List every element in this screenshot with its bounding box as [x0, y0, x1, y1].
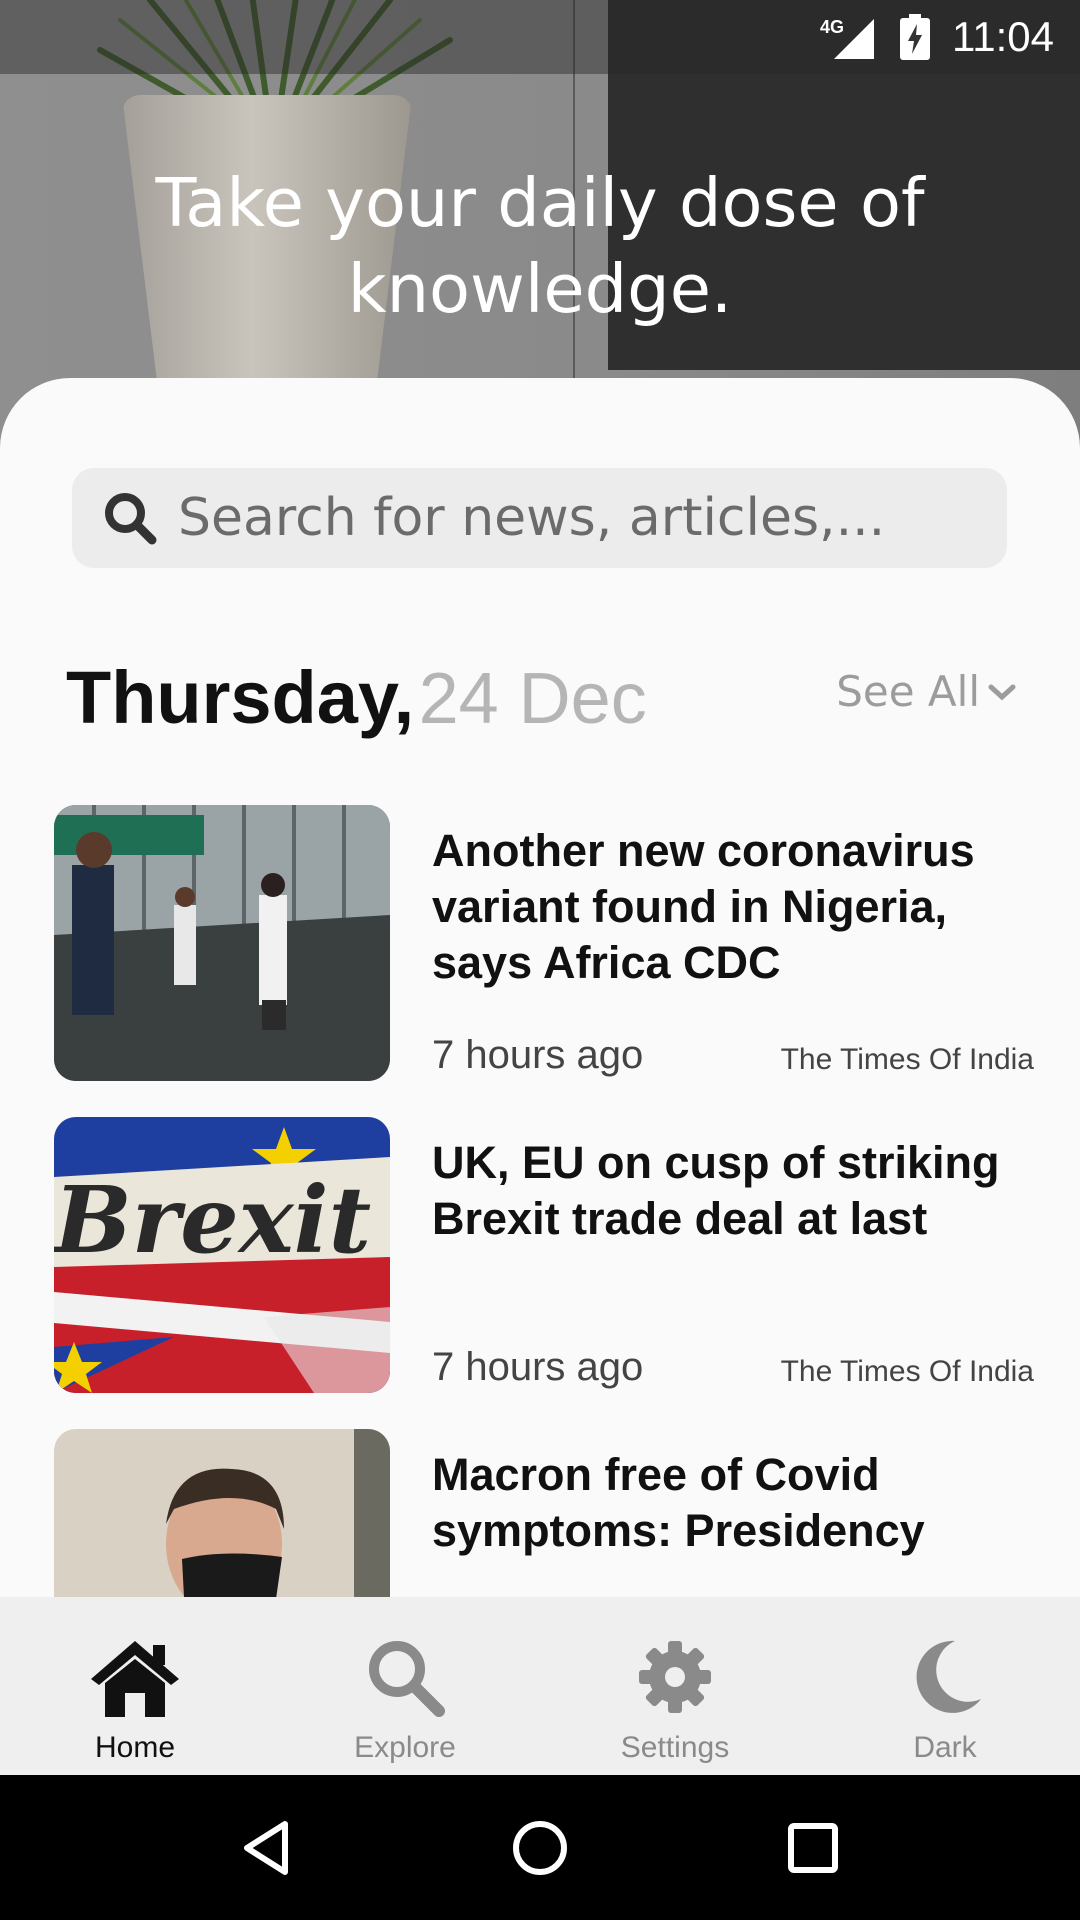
nav-explore[interactable]: Explore: [270, 1597, 540, 1775]
date-header: Thursday, 24 Dec See All: [66, 655, 1016, 739]
nav-dark-mode[interactable]: Dark: [810, 1597, 1080, 1775]
article-time: 7 hours ago: [432, 1345, 644, 1389]
article-time: 7 hours ago: [432, 1033, 644, 1077]
nav-home[interactable]: Home: [0, 1597, 270, 1775]
cellular-signal-icon: 4G: [820, 15, 876, 59]
article-card[interactable]: Brexit UK, EU on cusp of striking Brexit…: [54, 1117, 1034, 1393]
home-icon: [91, 1641, 179, 1717]
nav-label-explore: Explore: [354, 1731, 456, 1764]
article-title[interactable]: Another new coronavirus variant found in…: [432, 823, 1032, 991]
article-thumbnail[interactable]: [54, 805, 390, 1081]
see-all-button[interactable]: See All: [836, 667, 1016, 716]
svg-text:4G: 4G: [820, 17, 844, 37]
nav-settings[interactable]: Settings: [540, 1597, 810, 1775]
article-card[interactable]: Another new coronavirus variant found in…: [54, 805, 1034, 1081]
search-icon: [369, 1641, 445, 1717]
article-title[interactable]: Macron free of Covid symptoms: Presidenc…: [432, 1447, 1032, 1559]
see-all-label: See All: [836, 667, 980, 716]
chevron-down-icon: [988, 684, 1016, 700]
bottom-navigation: Home Explore Settings Dark: [0, 1597, 1080, 1775]
article-source: The Times Of India: [780, 1043, 1034, 1076]
gear-icon: [639, 1641, 711, 1713]
svg-text:Brexit: Brexit: [54, 1166, 371, 1274]
day-label: Thursday,: [66, 656, 415, 739]
article-title[interactable]: UK, EU on cusp of striking Brexit trade …: [432, 1135, 1032, 1247]
article-source: The Times Of India: [780, 1355, 1034, 1388]
status-bar: 4G 11:04: [0, 0, 1080, 74]
back-icon[interactable]: [237, 1818, 297, 1878]
search-input[interactable]: [178, 488, 998, 548]
hero-title: Take your daily dose of knowledge.: [155, 164, 925, 328]
nav-label-settings: Settings: [620, 1731, 730, 1764]
article-thumbnail[interactable]: Brexit: [54, 1117, 390, 1393]
nav-label-dark: Dark: [913, 1731, 977, 1764]
home-button-icon[interactable]: [510, 1818, 570, 1878]
system-navigation-bar: [0, 1775, 1080, 1920]
moon-icon: [916, 1640, 981, 1713]
recents-icon[interactable]: [783, 1818, 843, 1878]
battery-charging-icon: [900, 14, 930, 60]
search-bar[interactable]: [72, 468, 1007, 568]
date-label: 24 Dec: [418, 659, 647, 739]
search-icon: [105, 493, 157, 545]
nav-label-home: Home: [94, 1731, 176, 1764]
status-time: 11:04: [952, 13, 1054, 60]
